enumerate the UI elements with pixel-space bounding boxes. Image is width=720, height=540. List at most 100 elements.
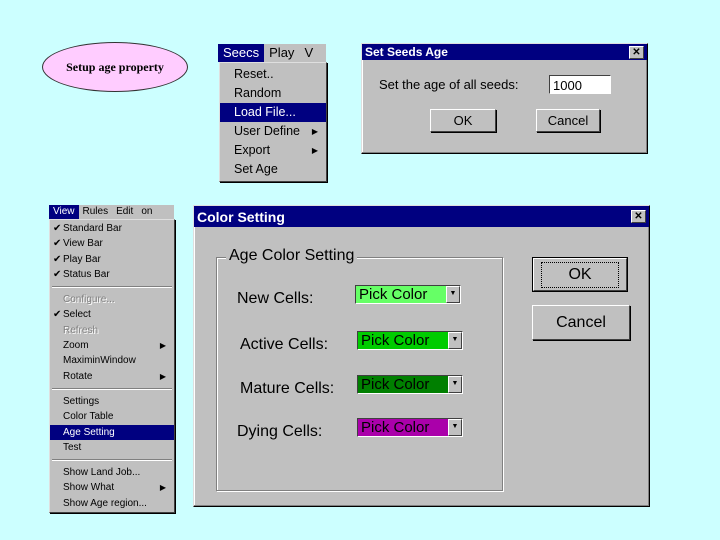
menu-item-view-bar[interactable]: ✔ View Bar — [50, 236, 174, 251]
set-seeds-age-dialog: Set Seeds Age ✕ Set the age of all seeds… — [361, 43, 648, 154]
pick-color-label: Pick Color — [358, 376, 448, 393]
menu-item-reset[interactable]: Reset.. — [220, 65, 326, 84]
seeds-dropdown-menu: Reset.. Random Load File... User Define ▶ Exp… — [219, 62, 327, 182]
menu-item-set-age[interactable]: Set Age — [220, 160, 326, 179]
menu-item-label: Load File... — [234, 105, 296, 119]
menu-item-label: Reset.. — [234, 67, 274, 81]
menu-item-label: Show What — [63, 482, 115, 494]
menu-item-label: Set Age — [234, 162, 278, 176]
checkmark-icon: ✔ — [53, 238, 62, 250]
menu-item-maximinwindow[interactable]: MaximinWindow — [50, 353, 174, 368]
menu-item-show-age-region[interactable]: Show Age region... — [50, 496, 174, 511]
menu-item-color-table[interactable]: Color Table — [50, 409, 174, 424]
menu-item-label: Refresh — [63, 324, 99, 336]
seeds-dialog-titlebar[interactable]: Set Seeds Age ✕ — [362, 44, 647, 60]
menu-item-export[interactable]: Export ▶ — [220, 141, 326, 160]
group-title: Age Color Setting — [226, 247, 358, 265]
menu-item-select[interactable]: ✔ Select — [50, 307, 174, 322]
menu-item-label: Settings — [63, 395, 100, 407]
menu-item-status-bar[interactable]: ✔ Status Bar — [50, 267, 174, 282]
menu-item-settings[interactable]: Settings — [50, 394, 174, 409]
menu-item-age-setting[interactable]: Age Setting — [50, 424, 174, 440]
dropdown-arrow-icon[interactable]: ▼ — [448, 419, 462, 436]
pick-color-dropdown-mature-cells[interactable]: Pick Color ▼ — [357, 375, 463, 394]
menu-item-label: Status Bar — [63, 268, 110, 280]
menu-separator — [52, 459, 172, 462]
row-label-new-cells: New Cells: — [237, 290, 314, 307]
menu-item-label: Random — [234, 86, 282, 100]
row-label-mature-cells: Mature Cells: — [240, 380, 335, 397]
seeds-cancel-button[interactable]: Cancel — [536, 109, 600, 132]
menu-item-label: View Bar — [63, 238, 103, 250]
color-ok-button[interactable]: OK — [532, 257, 628, 292]
color-cancel-button[interactable]: Cancel — [532, 305, 630, 340]
menu-item-label: Age Setting — [63, 426, 115, 438]
menu-item-label: Show Age region... — [63, 497, 147, 509]
submenu-arrow-icon: ▶ — [159, 371, 166, 381]
menu-item-load-file[interactable]: Load File... — [220, 103, 326, 122]
menu-item-configure: Configure... — [50, 292, 174, 307]
close-icon[interactable]: ✕ — [631, 210, 646, 223]
dropdown-arrow-icon[interactable]: ▼ — [448, 332, 462, 349]
seeds-dialog-title: Set Seeds Age — [365, 45, 448, 59]
color-dialog-titlebar[interactable]: Color Setting ✕ — [194, 206, 649, 227]
menu-item-refresh: Refresh — [50, 323, 174, 338]
submenu-arrow-icon: ▶ — [159, 483, 166, 493]
menu-item-show-what[interactable]: Show What ▶ — [50, 480, 174, 495]
callout-setup-age-property: Setup age property — [42, 42, 188, 92]
menu-item-random[interactable]: Random — [220, 84, 326, 103]
menu-item-show-land-job[interactable]: Show Land Job... — [50, 465, 174, 480]
dropdown-arrow-icon[interactable]: ▼ — [448, 376, 462, 393]
submenu-arrow-icon: ▶ — [159, 341, 166, 351]
view-menu-on[interactable]: on — [137, 205, 156, 219]
menu-item-standard-bar[interactable]: ✔ Standard Bar — [50, 221, 174, 236]
seeds-menu-seecs[interactable]: Seecs — [218, 44, 265, 62]
row-label-dying-cells: Dying Cells: — [237, 423, 323, 440]
pick-color-dropdown-new-cells[interactable]: Pick Color ▼ — [355, 285, 461, 304]
menu-item-label: Show Land Job... — [63, 467, 141, 479]
menu-item-label: Select — [63, 309, 91, 321]
color-ok-label: OK — [541, 261, 619, 288]
menu-item-zoom[interactable]: Zoom ▶ — [50, 338, 174, 353]
seeds-ok-button[interactable]: OK — [430, 109, 496, 132]
view-menu-view[interactable]: View — [49, 205, 79, 219]
checkmark-icon: ✔ — [53, 253, 62, 265]
checkmark-icon: ✔ — [53, 268, 62, 280]
menu-item-user-define[interactable]: User Define ▶ — [220, 122, 326, 141]
seeds-age-prompt: Set the age of all seeds: — [379, 77, 519, 92]
submenu-arrow-icon: ▶ — [311, 146, 318, 155]
menu-item-label: Export — [234, 143, 271, 157]
menu-item-label: Color Table — [63, 411, 114, 423]
menu-item-label: Test — [63, 441, 82, 453]
checkmark-icon: ✔ — [53, 309, 62, 321]
menu-item-label: User Define — [234, 124, 300, 138]
menu-item-label: Zoom — [63, 340, 89, 352]
view-menu-edit[interactable]: Edit — [112, 205, 137, 219]
seeds-menu-play[interactable]: Play — [264, 44, 299, 62]
menu-item-label: Play Bar — [63, 253, 101, 265]
seeds-menu-v[interactable]: V — [299, 44, 318, 62]
pick-color-dropdown-dying-cells[interactable]: Pick Color ▼ — [357, 418, 463, 437]
seeds-menubar: Seecs Play V — [218, 44, 326, 62]
view-dropdown-menu: ✔ Standard Bar ✔ View Bar ✔ Play Bar ✔ Status B… — [49, 219, 175, 514]
seeds-age-input[interactable]: 1000 — [549, 75, 611, 94]
dropdown-arrow-icon[interactable]: ▼ — [446, 286, 460, 303]
view-menubar: View Rules Edit on — [49, 205, 174, 219]
color-setting-dialog: Color Setting ✕ Age Color Setting New Ce… — [193, 205, 650, 507]
menu-item-test[interactable]: Test — [50, 440, 174, 455]
menu-item-label: MaximinWindow — [63, 355, 136, 367]
pick-color-label: Pick Color — [356, 286, 446, 303]
submenu-arrow-icon: ▶ — [311, 127, 318, 136]
menu-item-rotate[interactable]: Rotate ▶ — [50, 369, 174, 384]
menu-item-label: Configure... — [63, 294, 115, 306]
callout-text: Setup age property — [66, 59, 164, 74]
menu-item-label: Rotate — [63, 370, 93, 382]
pick-color-dropdown-active-cells[interactable]: Pick Color ▼ — [357, 331, 463, 350]
view-menu-rules[interactable]: Rules — [79, 205, 113, 219]
menu-item-play-bar[interactable]: ✔ Play Bar — [50, 252, 174, 267]
seeds-ok-label: OK — [453, 113, 473, 128]
color-cancel-label: Cancel — [556, 313, 606, 331]
menu-item-label: Standard Bar — [63, 223, 122, 234]
menu-separator — [52, 387, 172, 390]
close-icon[interactable]: ✕ — [629, 45, 644, 59]
